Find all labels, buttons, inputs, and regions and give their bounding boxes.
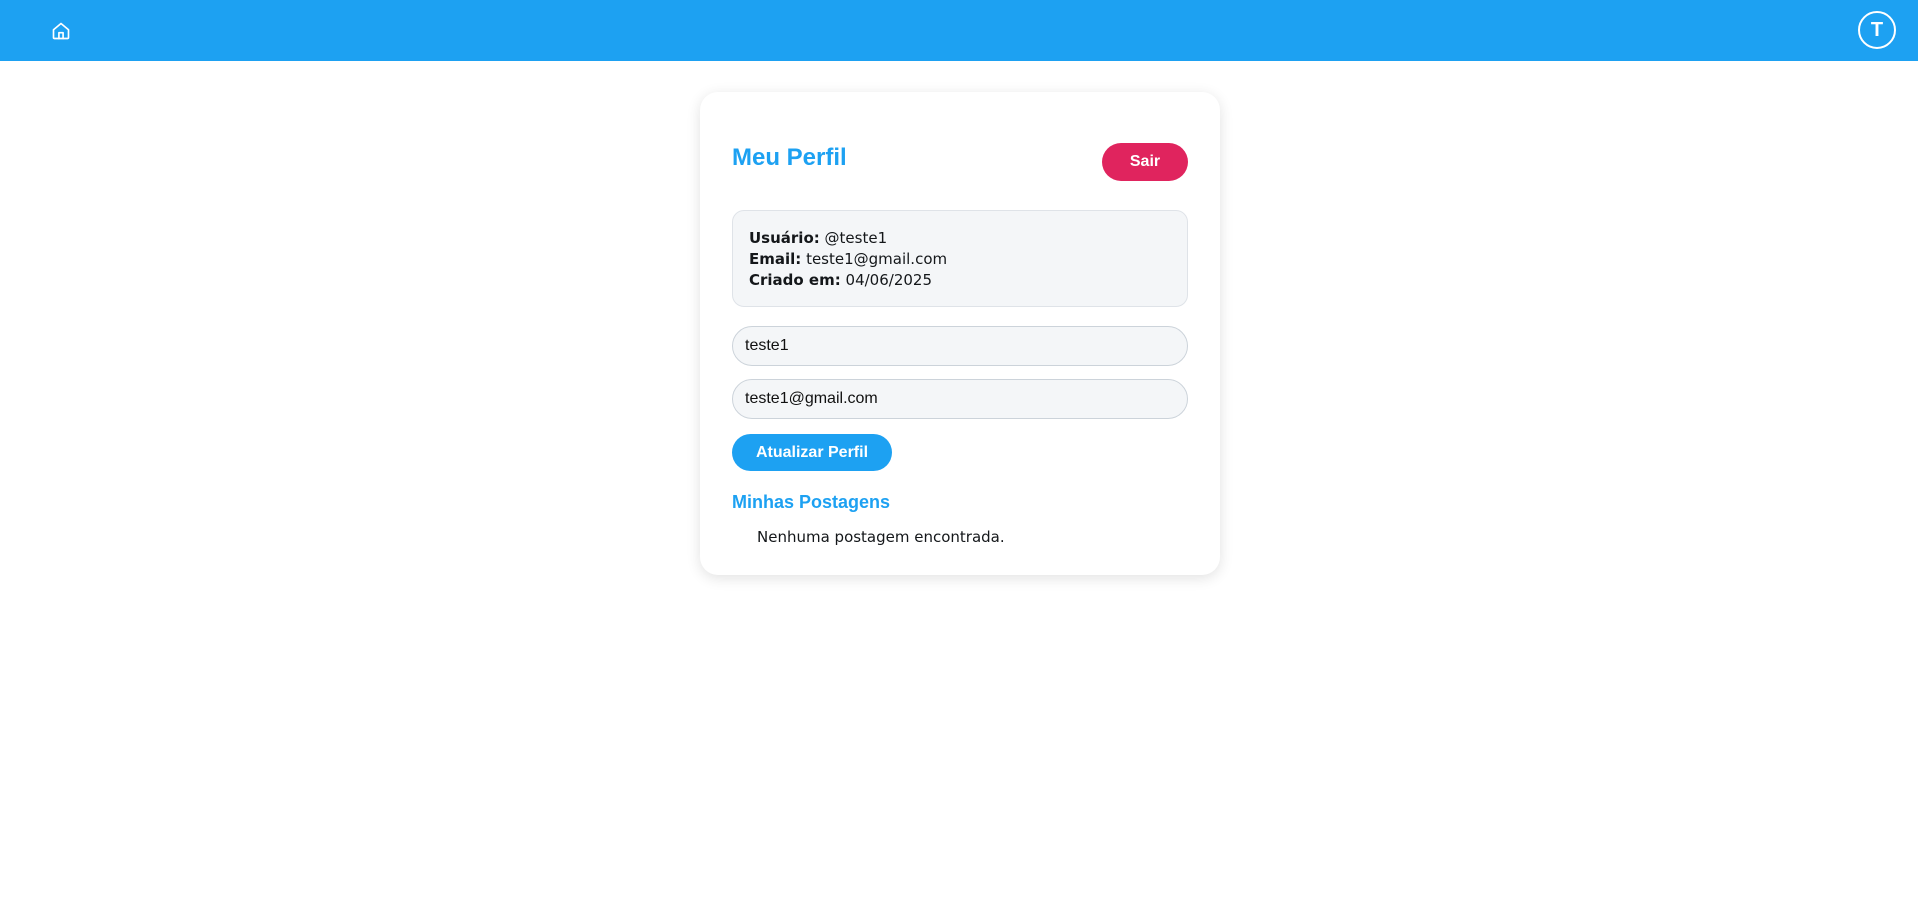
avatar-initial: T	[1870, 18, 1884, 41]
info-created-value: 04/06/2025	[845, 271, 932, 289]
info-user-row: Usuário: @teste1	[749, 228, 1171, 249]
info-user-label: Usuário:	[749, 229, 820, 247]
update-profile-button[interactable]: Atualizar Perfil	[732, 434, 892, 471]
profile-card: Meu Perfil Sair Usuário: @teste1 Email: …	[700, 92, 1220, 575]
top-navbar: T	[0, 0, 1918, 61]
info-created-label: Criado em:	[749, 271, 841, 289]
email-input[interactable]	[732, 379, 1188, 419]
user-avatar[interactable]: T	[1858, 11, 1896, 49]
home-button[interactable]	[48, 18, 74, 44]
info-email-row: Email: teste1@gmail.com	[749, 249, 1171, 270]
info-created-row: Criado em: 04/06/2025	[749, 270, 1171, 291]
info-user-value: @teste1	[824, 229, 888, 247]
my-posts-title: Minhas Postagens	[732, 492, 891, 512]
no-posts-message: Nenhuma postagem encontrada.	[757, 528, 1005, 546]
logout-button[interactable]: Sair	[1102, 143, 1188, 181]
info-email-label: Email:	[749, 250, 802, 268]
profile-info-box: Usuário: @teste1 Email: teste1@gmail.com…	[732, 210, 1188, 307]
home-icon	[52, 22, 70, 40]
username-input[interactable]	[732, 326, 1188, 366]
info-email-value: teste1@gmail.com	[806, 250, 948, 268]
page-title: Meu Perfil	[732, 144, 847, 171]
